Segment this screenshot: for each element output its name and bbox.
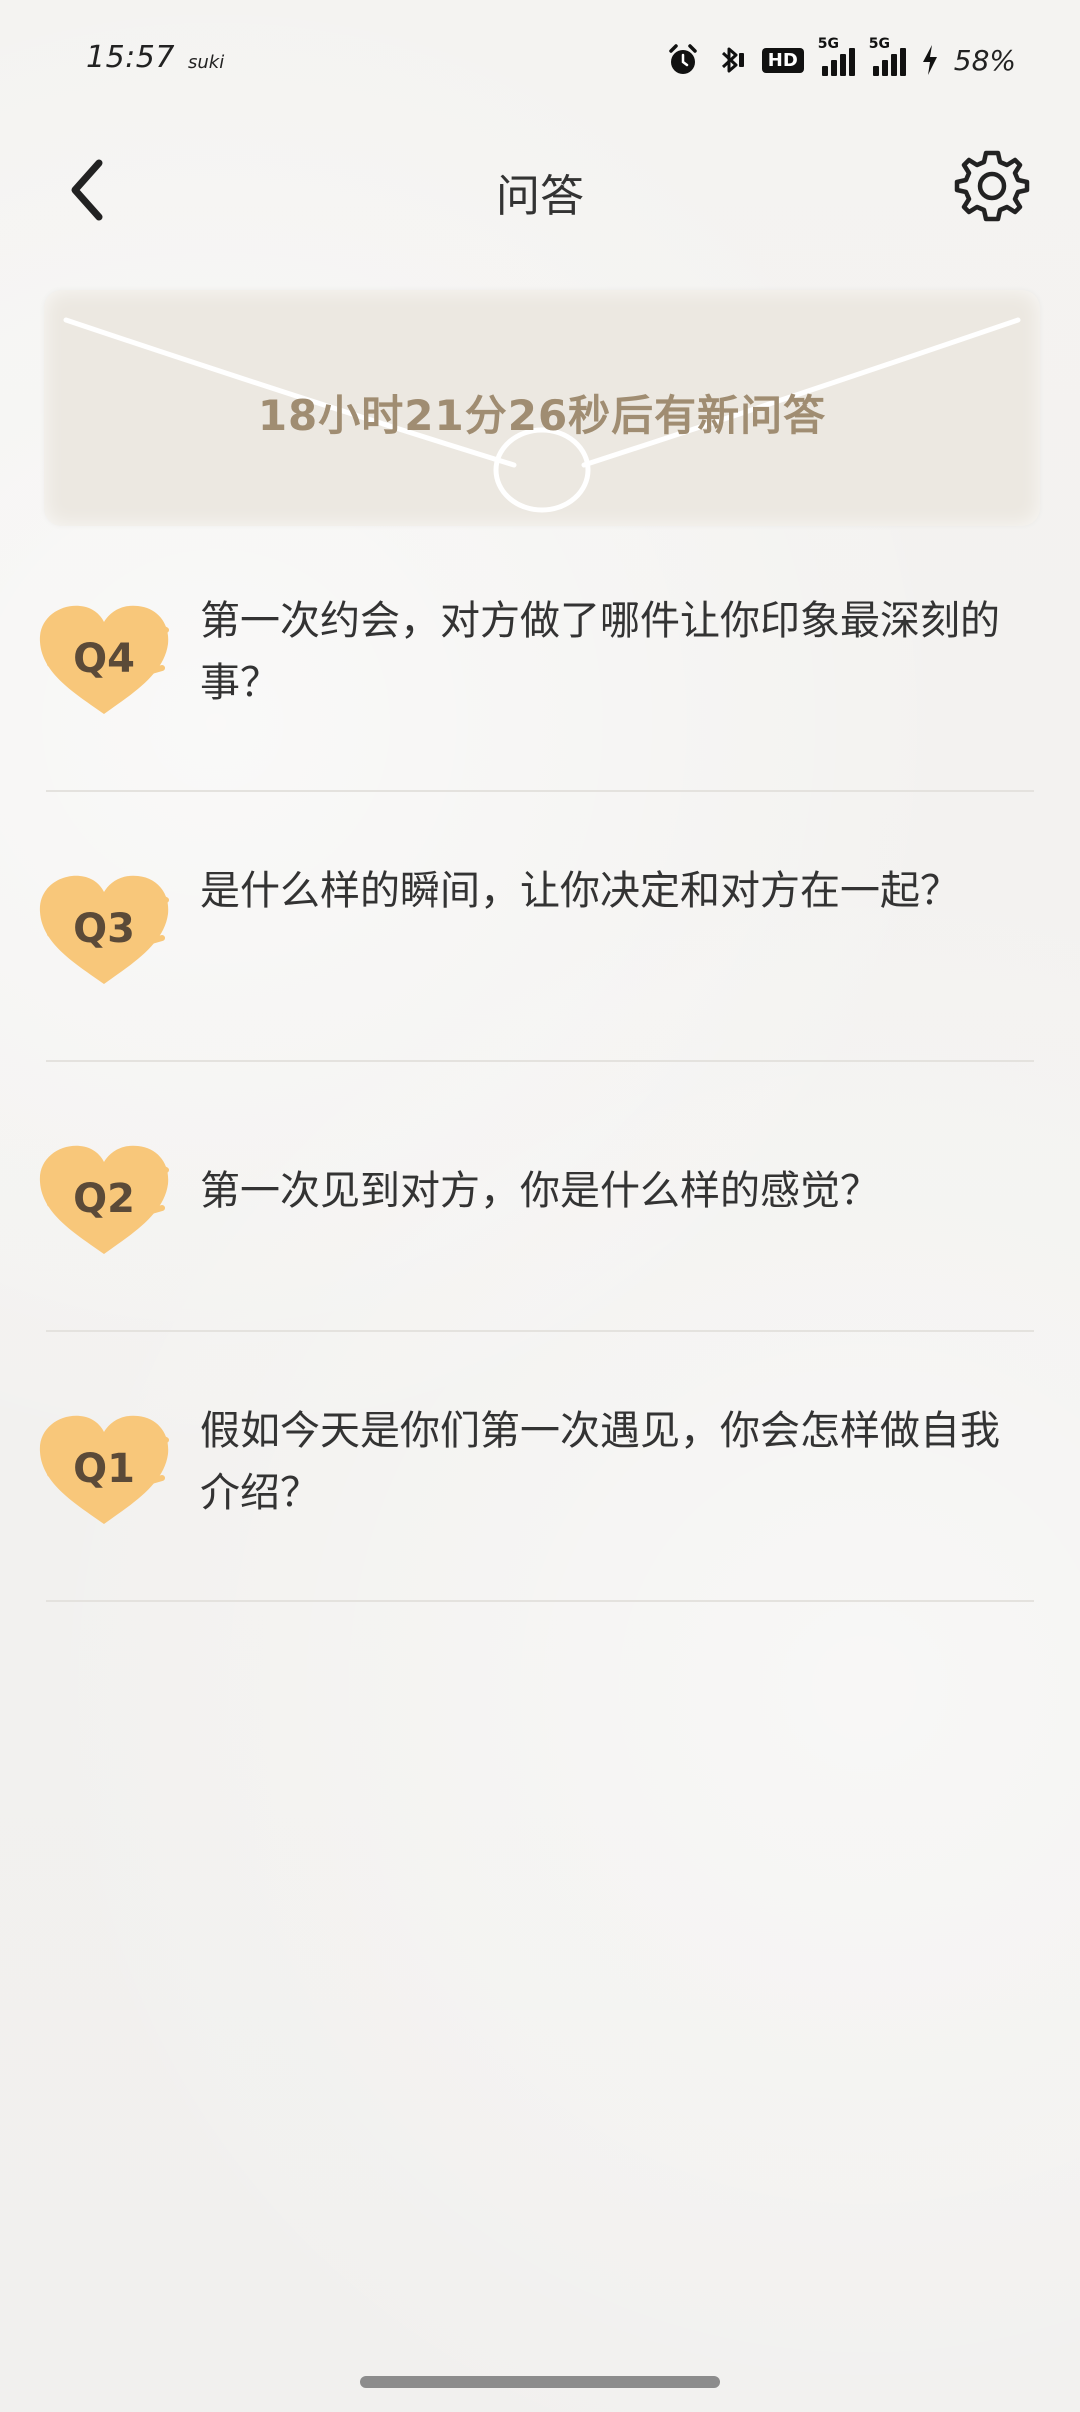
question-number: Q3	[73, 906, 135, 952]
gear-icon	[954, 150, 1030, 222]
settings-button[interactable]	[950, 144, 1034, 228]
question-item-q1[interactable]: Q1 假如今天是你们第一次遇见，你会怎样做自我介绍？	[0, 1400, 1080, 1670]
question-number: Q4	[73, 636, 135, 682]
question-text: 假如今天是你们第一次遇见，你会怎样做自我介绍？	[200, 1408, 1000, 1516]
question-item-q2[interactable]: Q2 第一次见到对方，你是什么样的感觉？	[0, 1130, 1080, 1400]
question-badge: Q1	[36, 1412, 172, 1528]
charging-icon	[920, 43, 940, 77]
hd-voice-icon: HD	[761, 47, 804, 73]
question-item-q3[interactable]: Q3 是什么样的瞬间，让你决定和对方在一起？	[0, 860, 1080, 1130]
battery-level: 58%	[953, 43, 1016, 77]
alarm-icon	[666, 43, 700, 77]
question-text: 第一次约会，对方做了哪件让你印象最深刻的事？	[200, 598, 1000, 706]
signal-icon-2: 5G	[869, 36, 906, 76]
question-badge: Q4	[36, 602, 172, 718]
question-number: Q2	[73, 1176, 135, 1222]
divider	[46, 1600, 1034, 1602]
header: 问答	[0, 130, 1080, 250]
divider	[46, 1330, 1034, 1332]
status-bar: 15:57 suki HD 5G 5G 58%	[0, 0, 1080, 120]
question-number: Q1	[73, 1446, 135, 1492]
question-badge: Q2	[36, 1142, 172, 1258]
question-text: 是什么样的瞬间，让你决定和对方在一起？	[200, 868, 960, 914]
status-time: 15:57	[86, 40, 175, 75]
divider	[46, 790, 1034, 792]
question-item-q4[interactable]: Q4 第一次约会，对方做了哪件让你印象最深刻的事？	[0, 590, 1080, 860]
countdown-envelope-card: 18小时21分26秒后有新问答	[44, 290, 1040, 526]
status-carrier-note: suki	[188, 52, 225, 73]
bluetooth-icon	[714, 43, 748, 77]
question-text: 第一次见到对方，你是什么样的感觉？	[200, 1168, 880, 1214]
status-icons: HD 5G 5G 58%	[666, 36, 1016, 80]
signal-icon-1: 5G	[818, 36, 855, 76]
question-badge: Q3	[36, 872, 172, 988]
home-indicator[interactable]	[360, 2376, 720, 2388]
countdown-text: 18小时21分26秒后有新问答	[257, 391, 827, 440]
page-title: 问答	[496, 171, 584, 222]
divider	[46, 1060, 1034, 1062]
